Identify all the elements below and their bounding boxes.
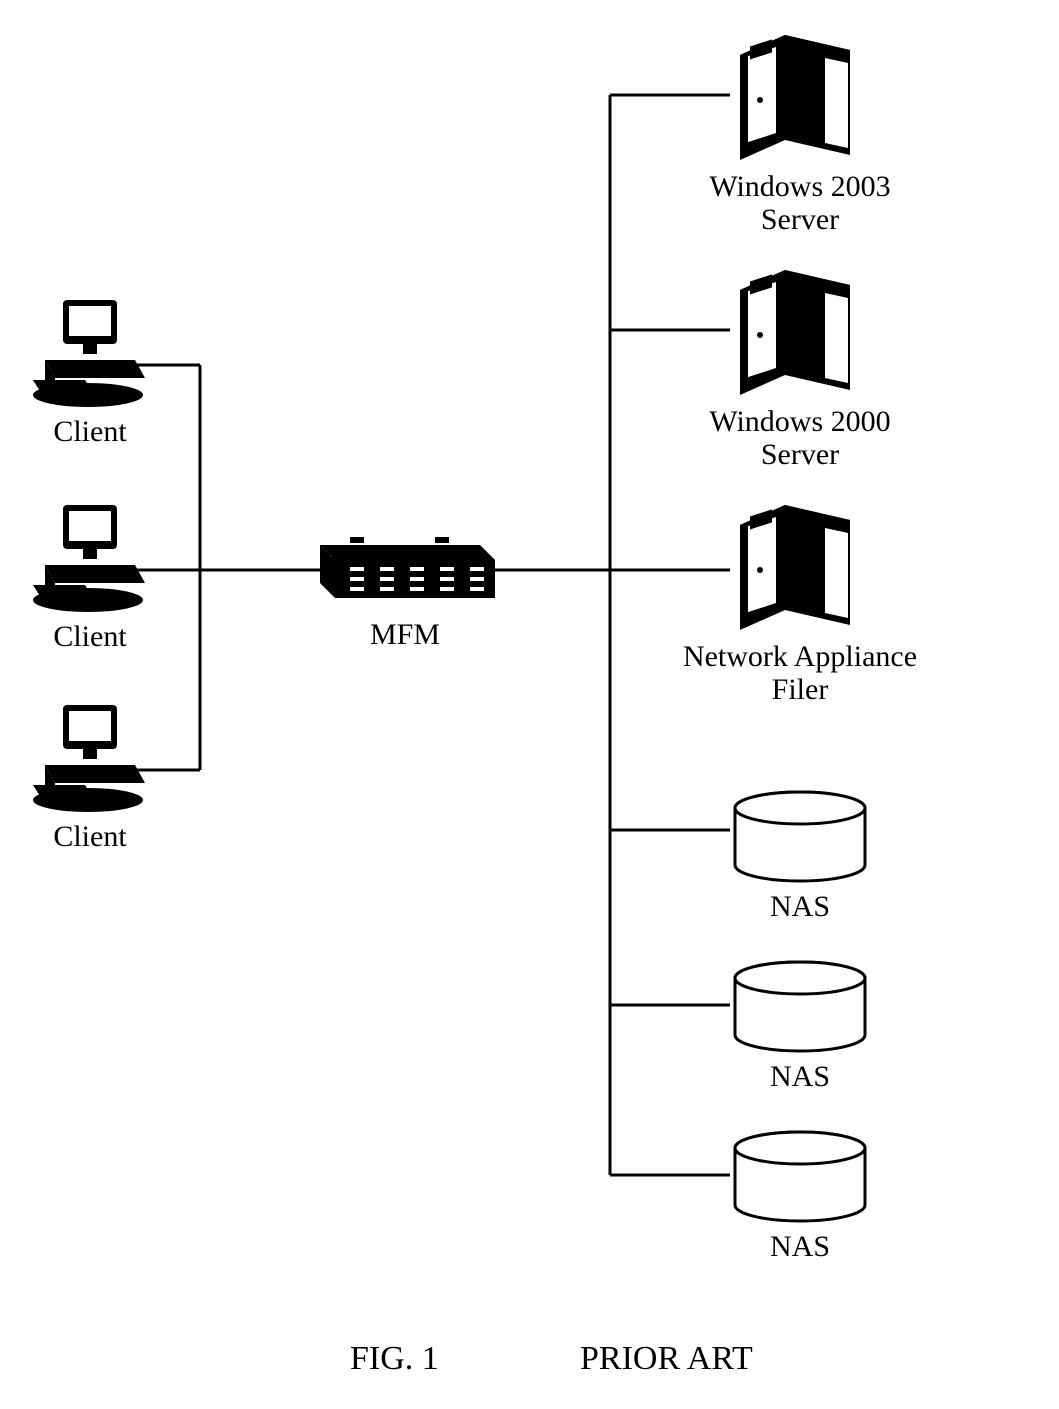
nas-1 xyxy=(725,790,875,885)
prior-art-text: PRIOR ART xyxy=(580,1340,753,1378)
client-computer-icon xyxy=(25,705,155,815)
server-win2003 xyxy=(730,30,860,165)
switch-icon xyxy=(310,525,500,615)
server-win2000 xyxy=(730,265,860,400)
server-win2003-label: Windows 2003 Server xyxy=(655,170,945,236)
figure-number: FIG. 1 xyxy=(350,1340,439,1378)
nas-2 xyxy=(725,960,875,1055)
mfm-device xyxy=(310,525,500,615)
server-tower-icon xyxy=(730,30,860,165)
client-2-label: Client xyxy=(25,620,155,653)
client-computer-icon xyxy=(25,505,155,615)
storage-cylinder-icon xyxy=(725,1130,875,1225)
mfm-label: MFM xyxy=(310,618,500,651)
client-1 xyxy=(25,300,155,410)
nas-3 xyxy=(725,1130,875,1225)
server-tower-icon xyxy=(730,500,860,635)
client-3 xyxy=(25,705,155,815)
server-tower-icon xyxy=(730,265,860,400)
server-netapp xyxy=(730,500,860,635)
server-win2000-label: Windows 2000 Server xyxy=(655,405,945,471)
client-3-label: Client xyxy=(25,820,155,853)
client-computer-icon xyxy=(25,300,155,410)
storage-cylinder-icon xyxy=(725,790,875,885)
client-2 xyxy=(25,505,155,615)
server-netapp-label: Network Appliance Filer xyxy=(640,640,960,706)
storage-cylinder-icon xyxy=(725,960,875,1055)
diagram-canvas: Client Client Client xyxy=(0,0,1059,1409)
nas-3-label: NAS xyxy=(725,1230,875,1263)
nas-1-label: NAS xyxy=(725,890,875,923)
client-1-label: Client xyxy=(25,415,155,448)
nas-2-label: NAS xyxy=(725,1060,875,1093)
